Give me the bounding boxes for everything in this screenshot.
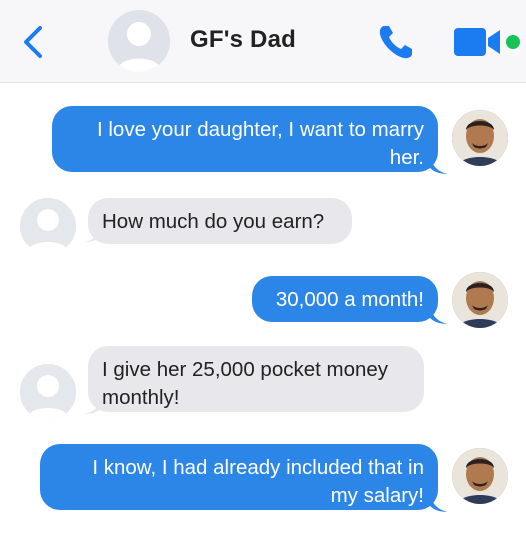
message-bubble-outgoing[interactable]: I know, I had already included that in m… <box>40 444 438 510</box>
contact-avatar-small[interactable] <box>20 198 76 254</box>
message-line: I give her 25,000 pocket money <box>102 358 389 381</box>
man-portrait-icon <box>452 448 508 504</box>
message-line: monthly! <box>102 386 180 409</box>
message-line: I love your daughter, I want to marry <box>96 118 424 141</box>
message-line: 30,000 a month! <box>275 288 424 311</box>
person-placeholder-icon <box>20 198 76 254</box>
contact-name: GF's Dad <box>190 26 296 53</box>
person-placeholder-icon <box>20 364 76 420</box>
bubble-tail <box>430 494 448 512</box>
message-bubble-incoming[interactable]: I give her 25,000 pocket money monthly! <box>88 346 424 412</box>
contact-avatar-small[interactable] <box>20 364 76 420</box>
online-status-dot <box>506 35 520 49</box>
phone-call-button[interactable] <box>374 20 418 64</box>
man-portrait-icon <box>452 110 508 166</box>
message-bubble-outgoing[interactable]: I love your daughter, I want to marry he… <box>52 106 438 172</box>
message-line: How much do you earn? <box>102 210 325 233</box>
chevron-left-icon <box>24 26 42 58</box>
back-button[interactable] <box>18 22 50 62</box>
contact-avatar[interactable] <box>108 10 170 72</box>
sender-avatar[interactable] <box>452 448 508 504</box>
sender-avatar[interactable] <box>452 110 508 166</box>
person-placeholder-icon <box>108 10 170 72</box>
bubble-tail <box>430 306 448 324</box>
message-line: her. <box>389 146 424 169</box>
bubble-tail <box>430 156 448 174</box>
man-portrait-icon <box>452 272 508 328</box>
message-bubble-outgoing[interactable]: 30,000 a month! <box>252 276 438 322</box>
message-bubble-incoming[interactable]: How much do you earn? <box>88 198 352 244</box>
message-line: I know, I had already included that in <box>92 456 424 479</box>
message-line: my salary! <box>330 484 424 507</box>
chat-header: GF's Dad <box>0 0 526 83</box>
phone-icon <box>379 26 412 59</box>
sender-avatar[interactable] <box>452 272 508 328</box>
